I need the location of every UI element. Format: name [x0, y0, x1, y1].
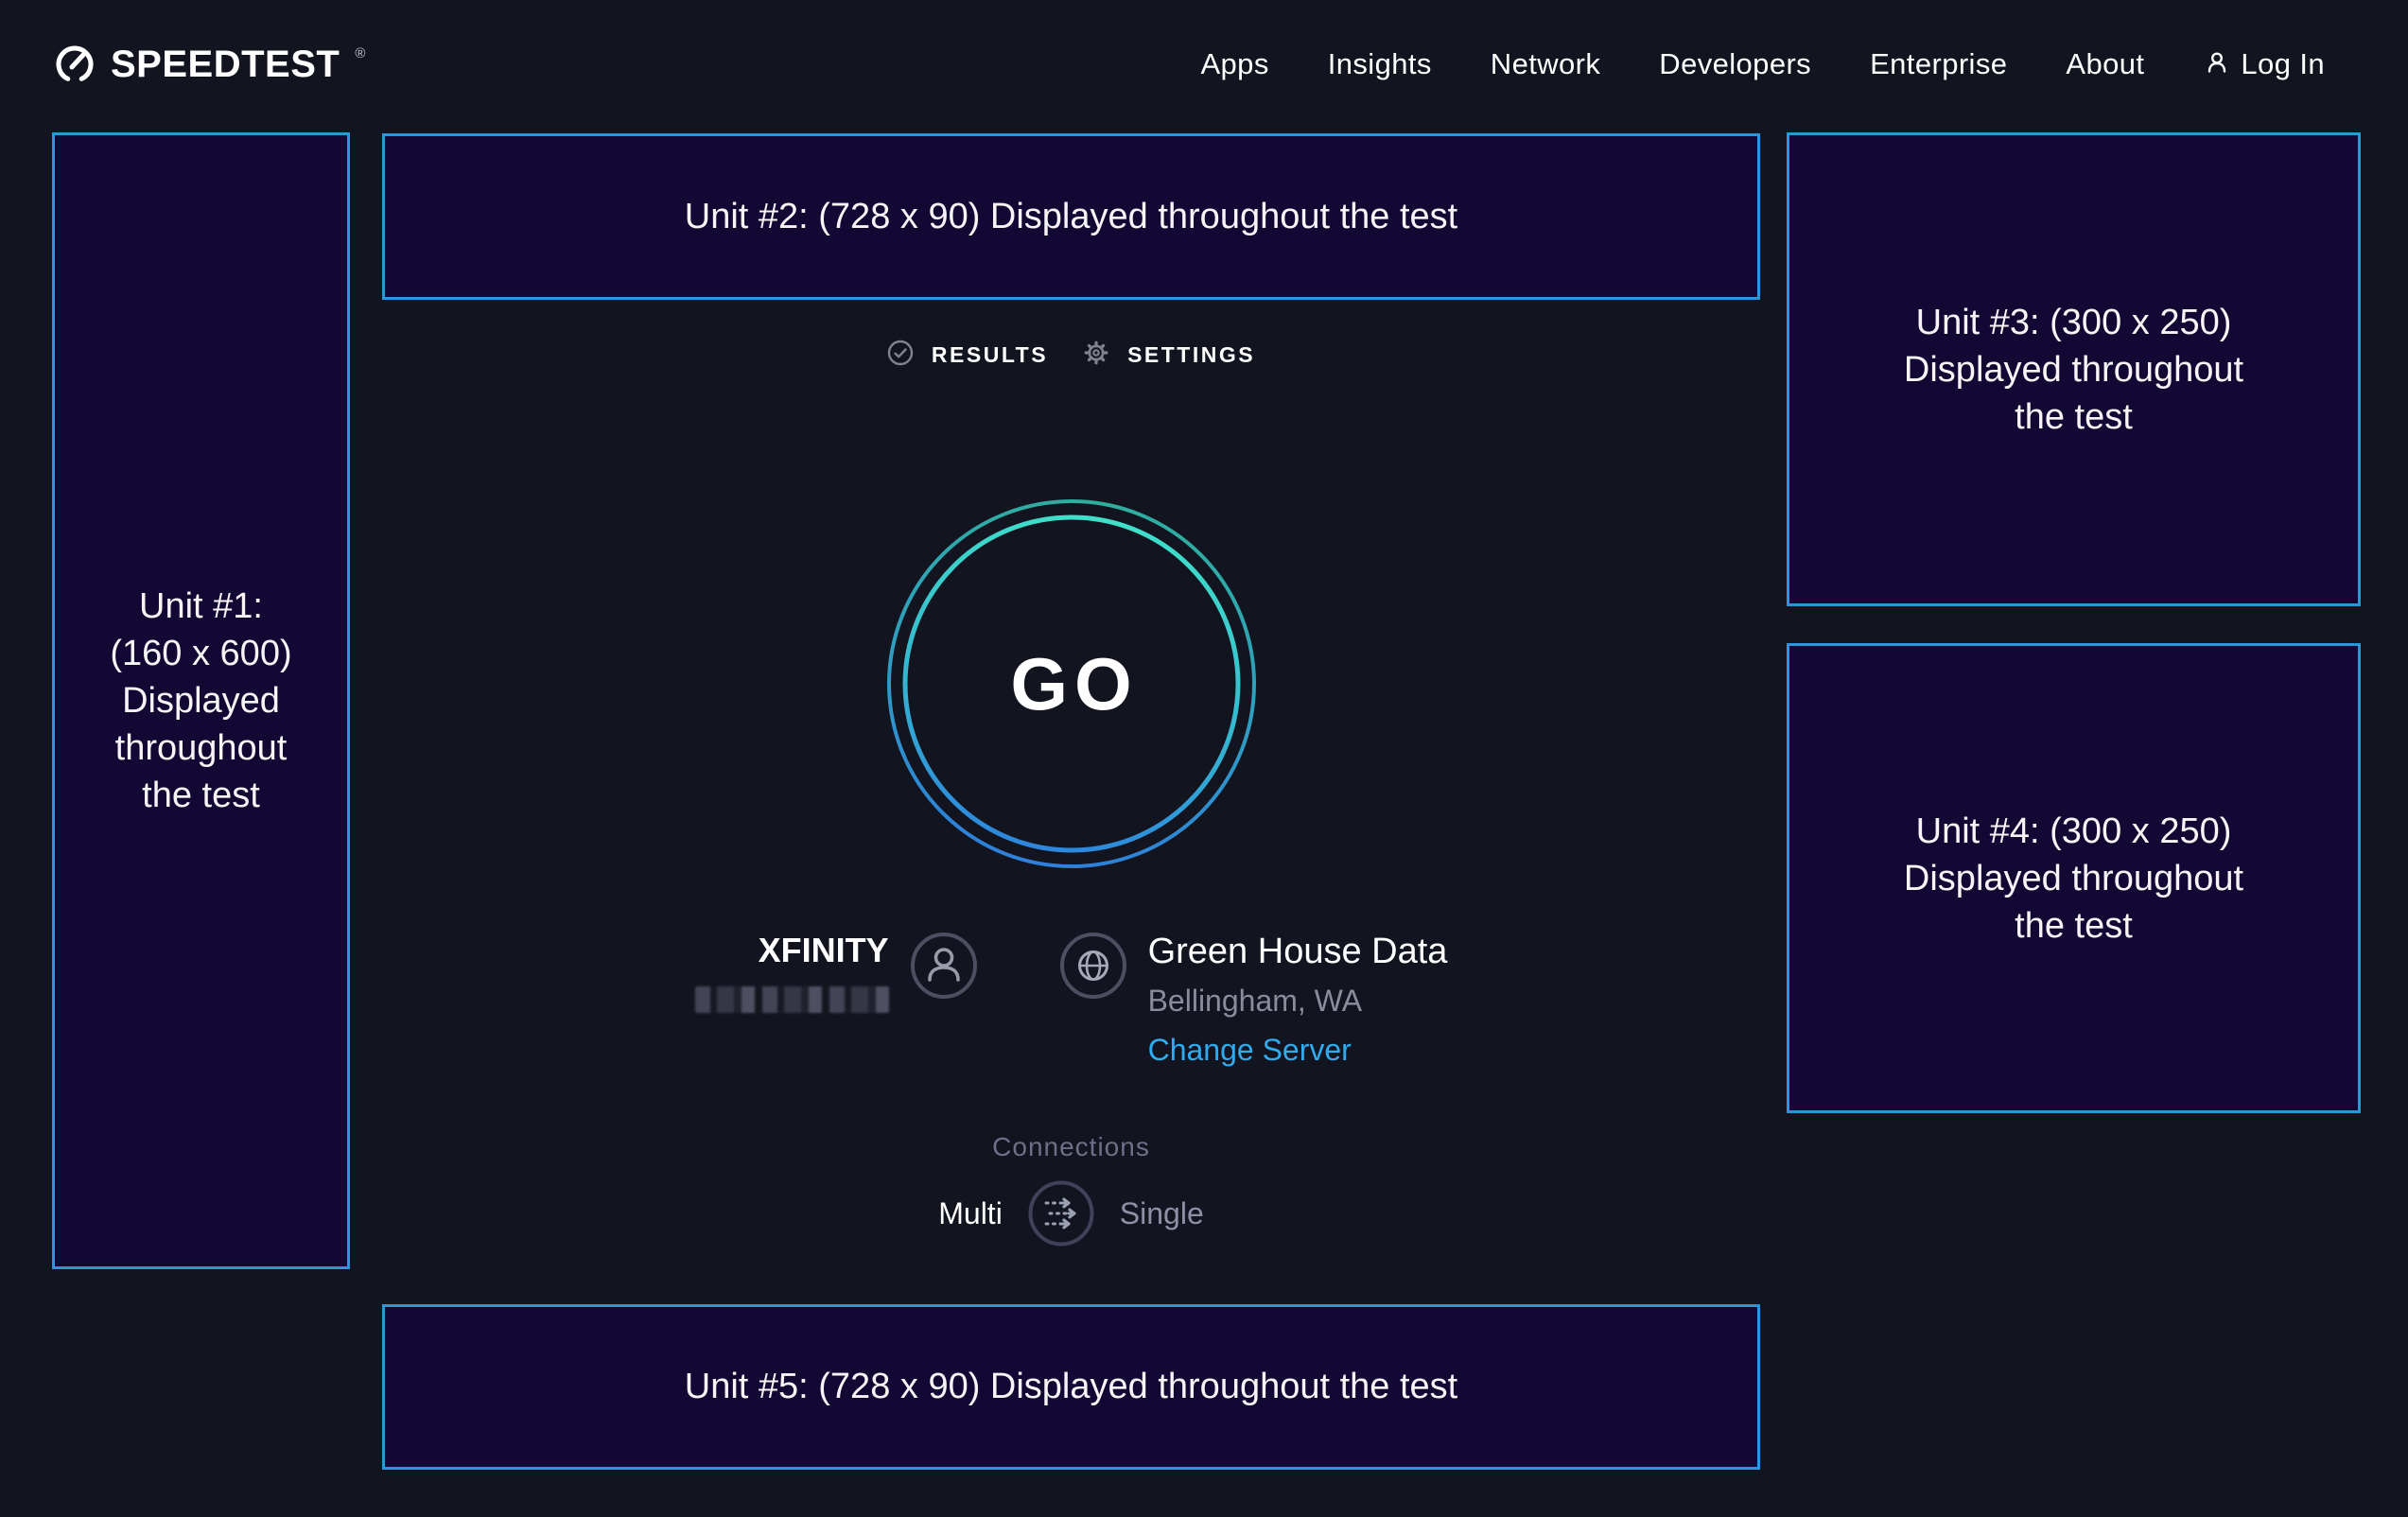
tab-results-label: RESULTS: [932, 342, 1048, 368]
ad-unit-4-line: Displayed throughout: [1904, 855, 2243, 902]
ad-unit-1-line: Displayed: [122, 677, 280, 724]
tab-settings[interactable]: SETTINGS: [1083, 340, 1255, 371]
ad-unit-3-line: Displayed throughout: [1904, 346, 2243, 393]
speedtest-logo[interactable]: SPEEDTEST ®: [52, 40, 365, 90]
ad-unit-5-text: Unit #5: (728 x 90) Displayed throughout…: [685, 1367, 1457, 1407]
redacted-ip-text: █████████: [695, 986, 889, 1013]
main-content: Unit #2: (728 x 90) Displayed throughout…: [382, 133, 1760, 1517]
nav-item-insights[interactable]: Insights: [1328, 47, 1432, 81]
ad-unit-1[interactable]: Unit #1: (160 x 600) Displayed throughou…: [52, 132, 350, 1269]
connections-single-option[interactable]: Single: [1120, 1196, 1204, 1231]
server-name: Green House Data: [1148, 930, 1448, 973]
main-nav: Apps Insights Network Developers Enterpr…: [1200, 47, 2325, 81]
nav-item-about[interactable]: About: [2066, 47, 2144, 81]
ad-unit-2[interactable]: Unit #2: (728 x 90) Displayed throughout…: [382, 133, 1760, 300]
ad-unit-4-line: Unit #4: (300 x 250): [1916, 808, 2232, 855]
server-location: Bellingham, WA: [1148, 983, 1448, 1019]
check-circle-icon: [887, 340, 914, 371]
user-icon: [2203, 48, 2231, 81]
server-info: Green House Data Bellingham, WA Change S…: [1148, 930, 1448, 1068]
tab-results[interactable]: RESULTS: [887, 340, 1048, 371]
nav-item-apps[interactable]: Apps: [1200, 47, 1268, 81]
isp-info: XFINITY █████████: [695, 930, 889, 1018]
nav-item-network[interactable]: Network: [1491, 47, 1601, 81]
ad-unit-3[interactable]: Unit #3: (300 x 250) Displayed throughou…: [1787, 132, 2361, 606]
ad-unit-1-line: (160 x 600): [110, 630, 291, 677]
ad-unit-5[interactable]: Unit #5: (728 x 90) Displayed throughout…: [382, 1304, 1760, 1470]
connections-label: Connections: [382, 1132, 1760, 1162]
go-button-label: GO: [884, 497, 1259, 871]
brand-name: SPEEDTEST: [111, 44, 340, 86]
ad-unit-4-line: the test: [2015, 902, 2133, 950]
ad-unit-3-line: the test: [2015, 393, 2133, 441]
tabs-row: RESULTS SETTINGS: [382, 340, 1760, 371]
isp-name: XFINITY: [695, 930, 889, 971]
gear-icon: [1083, 340, 1109, 371]
brand-trademark: ®: [355, 45, 365, 61]
ad-unit-1-line: Unit #1:: [139, 583, 263, 630]
nav-item-enterprise[interactable]: Enterprise: [1870, 47, 2007, 81]
provider-server-row: XFINITY █████████ Green House Data Belli…: [382, 930, 1760, 1068]
globe-icon: [1059, 932, 1127, 1000]
isp-person-icon: [910, 932, 978, 1000]
ad-unit-4[interactable]: Unit #4: (300 x 250) Displayed throughou…: [1787, 643, 2361, 1113]
ad-unit-1-line: the test: [142, 772, 260, 819]
nav-item-developers[interactable]: Developers: [1659, 47, 1811, 81]
ad-unit-2-text: Unit #2: (728 x 90) Displayed throughout…: [685, 197, 1457, 237]
connections-multi-option[interactable]: Multi: [938, 1196, 1003, 1231]
login-label: Log In: [2241, 47, 2325, 81]
go-button[interactable]: GO: [884, 497, 1259, 871]
login-button[interactable]: Log In: [2203, 47, 2325, 81]
multi-connections-arrows-icon[interactable]: [1027, 1179, 1095, 1247]
ad-unit-1-line: throughout: [115, 724, 288, 772]
speedtest-gauge-icon: [52, 40, 97, 90]
ad-unit-3-line: Unit #3: (300 x 250): [1916, 299, 2232, 346]
change-server-link[interactable]: Change Server: [1148, 1032, 1448, 1068]
connections-toggle: Multi Single: [382, 1179, 1760, 1247]
tab-settings-label: SETTINGS: [1127, 342, 1255, 368]
top-nav-bar: SPEEDTEST ® Apps Insights Network Develo…: [0, 0, 2408, 129]
